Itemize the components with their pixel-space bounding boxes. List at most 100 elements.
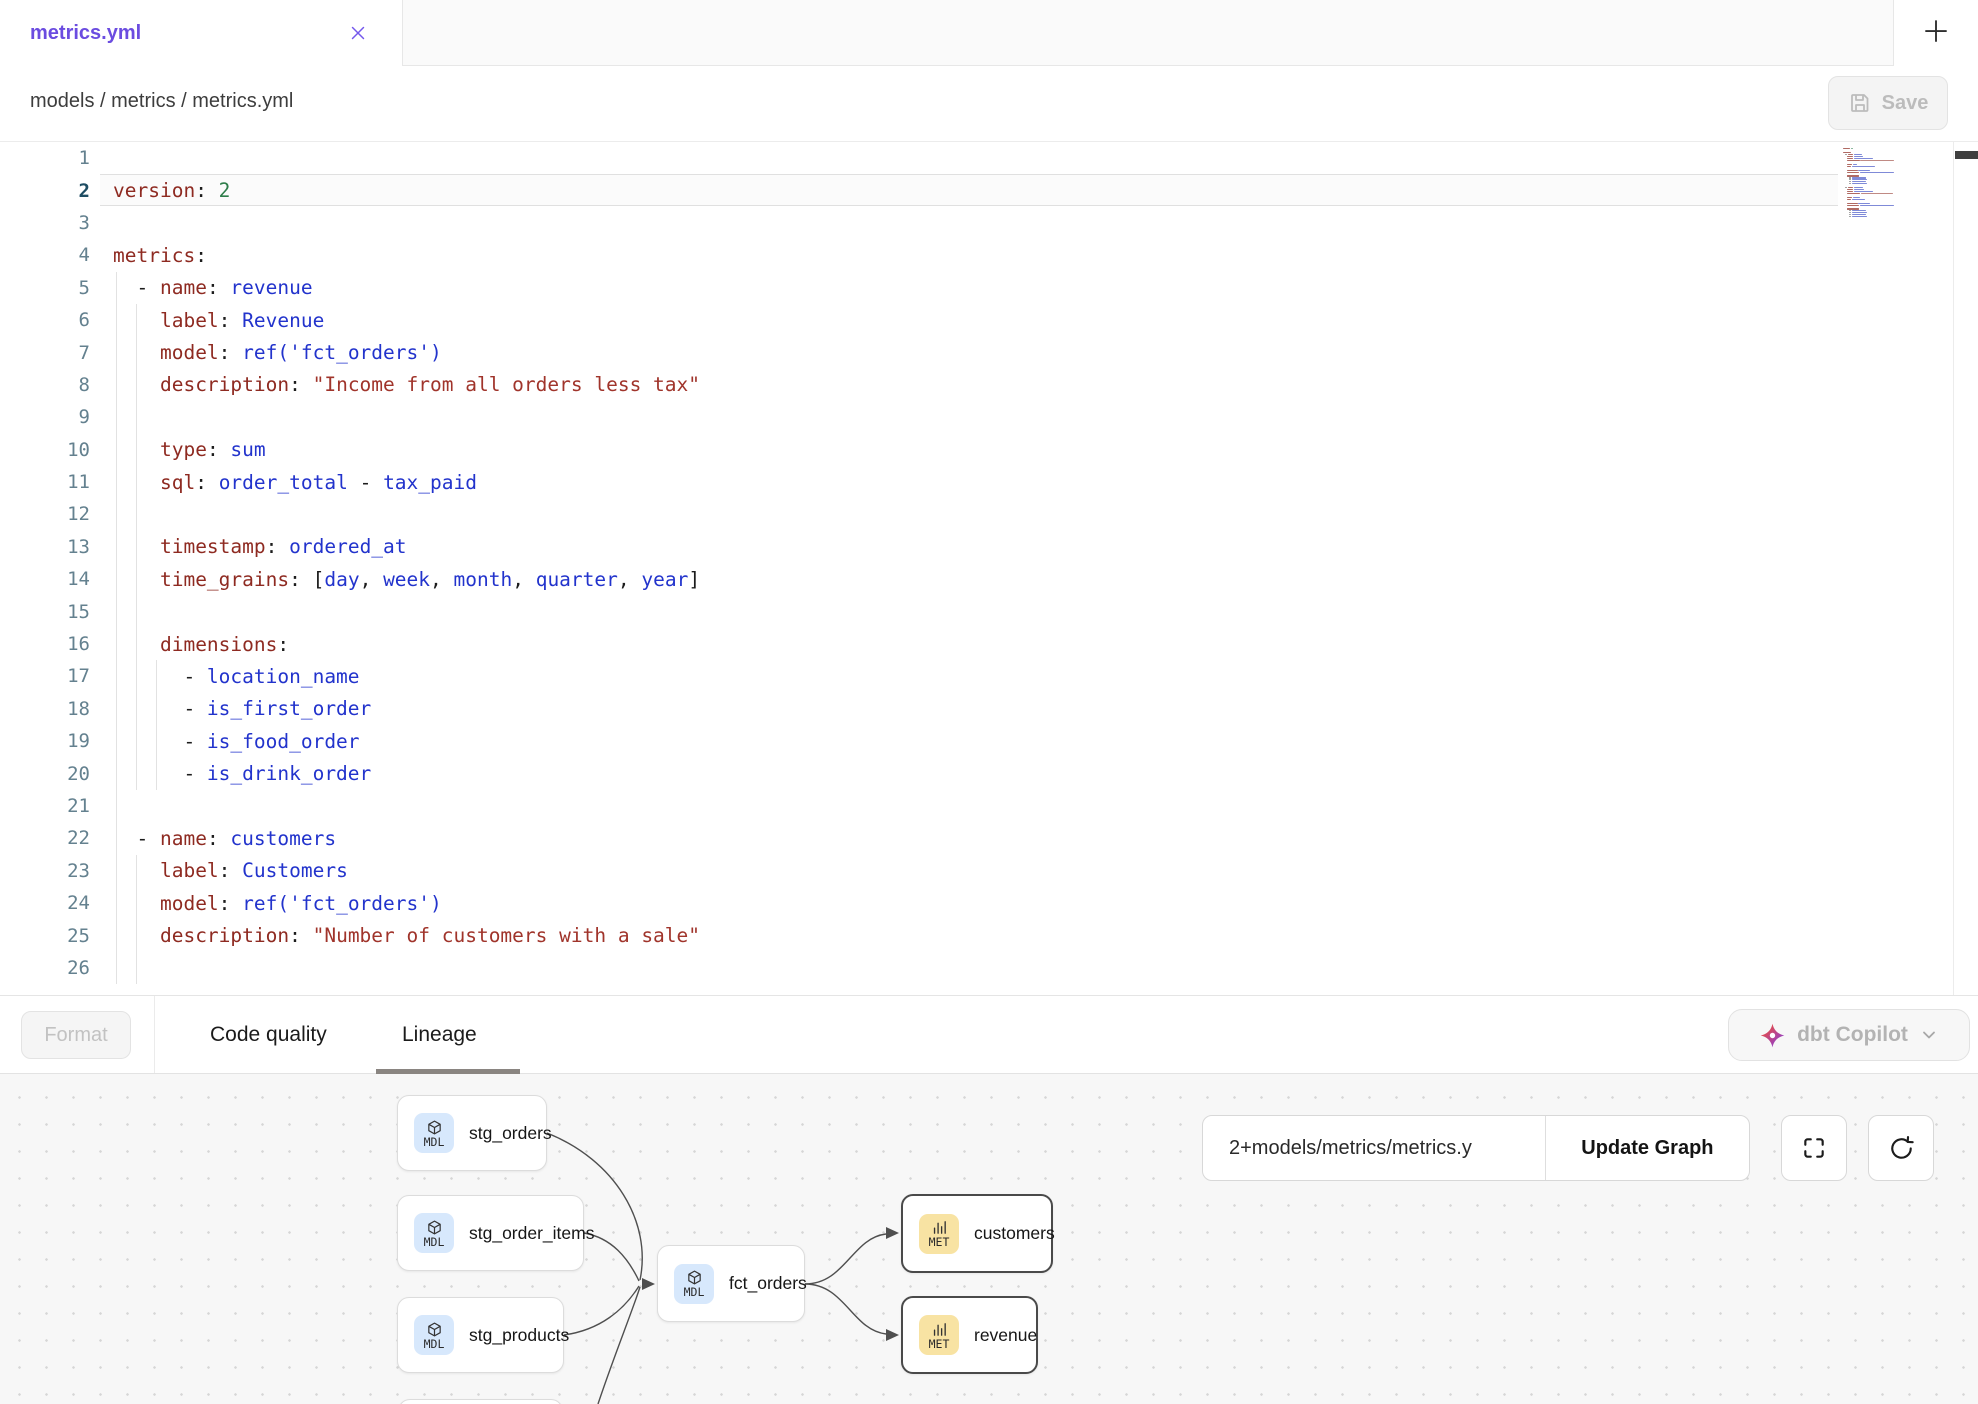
code-line[interactable]: 13 timestamp: ordered_at xyxy=(0,531,1978,563)
code-line[interactable]: 10 type: sum xyxy=(0,434,1978,466)
tab-strip-background xyxy=(402,0,1893,66)
code-line[interactable]: 3 xyxy=(0,207,1978,239)
close-tab-icon[interactable] xyxy=(344,19,372,47)
code-line[interactable]: 11 sql: order_total - tax_paid xyxy=(0,466,1978,498)
breadcrumb: models / metrics / metrics.yml xyxy=(30,90,293,113)
indent-guide xyxy=(136,498,137,530)
lineage-filter-box: Update Graph xyxy=(1202,1115,1750,1181)
node-label: fct_orders xyxy=(729,1273,807,1294)
code-line[interactable]: 19 - is_food_order xyxy=(0,725,1978,757)
lineage-node-stg_products[interactable]: MDLstg_products xyxy=(397,1297,564,1373)
indent-guide xyxy=(136,919,137,951)
line-number: 3 xyxy=(0,212,90,234)
code-text: timestamp: ordered_at xyxy=(113,535,407,558)
tab-code-quality[interactable]: Code quality xyxy=(210,996,327,1074)
indent-guide xyxy=(156,757,157,789)
code-line[interactable]: 14 time_grains: [day, week, month, quart… xyxy=(0,563,1978,595)
line-number: 24 xyxy=(0,892,90,914)
code-text: - name: customers xyxy=(113,827,336,850)
lineage-node-customers[interactable]: METcustomers xyxy=(901,1194,1053,1273)
update-graph-button[interactable]: Update Graph xyxy=(1545,1116,1749,1180)
code-line[interactable]: 23 label: Customers xyxy=(0,855,1978,887)
lineage-panel[interactable]: MDLstg_ordersMDLstg_order_itemsMDLstg_pr… xyxy=(0,1074,1978,1404)
lineage-node-stg_orders[interactable]: MDLstg_orders xyxy=(397,1095,547,1171)
tab-metrics-yml[interactable]: metrics.yml xyxy=(0,0,402,66)
indent-guide xyxy=(136,660,137,692)
tab-lineage[interactable]: Lineage xyxy=(402,996,477,1074)
save-button[interactable]: Save xyxy=(1828,76,1948,130)
lineage-node-fct_orders[interactable]: MDLfct_orders xyxy=(657,1245,805,1322)
code-editor[interactable]: 12version: 234metrics:5 - name: revenue6… xyxy=(0,142,1978,995)
node-label: stg_orders xyxy=(469,1123,552,1144)
node-label: stg_order_items xyxy=(469,1223,594,1244)
save-label: Save xyxy=(1882,92,1929,115)
code-line[interactable]: 21 xyxy=(0,790,1978,822)
indent-guide xyxy=(136,887,137,919)
code-line[interactable]: 15 xyxy=(0,595,1978,627)
code-text: - is_drink_order xyxy=(113,762,371,785)
indent-guide xyxy=(116,628,117,660)
indent-guide xyxy=(136,757,137,789)
line-number: 13 xyxy=(0,536,90,558)
editor-scrollbar-track xyxy=(1953,142,1954,995)
code-line[interactable]: 16 dimensions: xyxy=(0,628,1978,660)
indent-guide xyxy=(136,595,137,627)
editor-scrollbar-thumb[interactable] xyxy=(1955,151,1978,159)
code-line[interactable]: 25 description: "Number of customers wit… xyxy=(0,919,1978,951)
format-button[interactable]: Format xyxy=(21,1011,131,1059)
code-line[interactable]: 24 model: ref('fct_orders') xyxy=(0,887,1978,919)
line-number: 11 xyxy=(0,471,90,493)
code-line[interactable]: 12 xyxy=(0,498,1978,530)
code-line[interactable]: 20 - is_drink_order xyxy=(0,757,1978,789)
minimap[interactable] xyxy=(1843,146,1895,218)
indent-guide xyxy=(116,919,117,951)
indent-guide xyxy=(116,725,117,757)
fullscreen-button[interactable] xyxy=(1781,1115,1847,1181)
line-number: 4 xyxy=(0,244,90,266)
code-line[interactable]: 8 description: "Income from all orders l… xyxy=(0,369,1978,401)
line-number: 12 xyxy=(0,503,90,525)
dbt-copilot-button[interactable]: dbt Copilot xyxy=(1728,1009,1970,1061)
line-number: 7 xyxy=(0,342,90,364)
indent-guide xyxy=(136,563,137,595)
code-line[interactable]: 5 - name: revenue xyxy=(0,272,1978,304)
bottom-toolbar: Format Code quality Lineage dbt Copilot xyxy=(0,995,1978,1074)
line-number: 10 xyxy=(0,439,90,461)
node-label: revenue xyxy=(974,1325,1037,1346)
indent-guide xyxy=(136,628,137,660)
indent-guide xyxy=(136,304,137,336)
tab-strip: metrics.yml xyxy=(0,0,1978,66)
code-line[interactable]: 6 label: Revenue xyxy=(0,304,1978,336)
code-text: sql: order_total - tax_paid xyxy=(113,471,477,494)
refresh-button[interactable] xyxy=(1868,1115,1934,1181)
code-line[interactable]: 22 - name: customers xyxy=(0,822,1978,854)
lineage-node-revenue[interactable]: METrevenue xyxy=(901,1296,1038,1374)
code-line[interactable]: 17 - location_name xyxy=(0,660,1978,692)
code-line[interactable]: 18 - is_first_order xyxy=(0,693,1978,725)
indent-guide xyxy=(116,498,117,530)
code-text: label: Customers xyxy=(113,859,348,882)
code-text: version: 2 xyxy=(113,179,230,202)
code-text: model: ref('fct_orders') xyxy=(113,892,442,915)
lineage-filter-input[interactable] xyxy=(1203,1116,1545,1180)
indent-guide xyxy=(116,887,117,919)
code-line[interactable]: 9 xyxy=(0,401,1978,433)
code-line[interactable]: 1 xyxy=(0,142,1978,174)
indent-guide xyxy=(116,304,117,336)
line-number: 26 xyxy=(0,957,90,979)
lineage-node-partial[interactable] xyxy=(398,1399,563,1404)
new-tab-button[interactable] xyxy=(1893,0,1978,66)
indent-guide xyxy=(116,822,117,854)
line-number: 14 xyxy=(0,568,90,590)
model-badge: MDL xyxy=(414,1213,454,1253)
code-text: model: ref('fct_orders') xyxy=(113,341,442,364)
indent-guide xyxy=(116,531,117,563)
code-line[interactable]: 7 model: ref('fct_orders') xyxy=(0,336,1978,368)
code-line[interactable]: 4metrics: xyxy=(0,239,1978,271)
code-text: dimensions: xyxy=(113,633,289,656)
chevron-down-icon xyxy=(1919,1025,1939,1045)
code-line[interactable]: 2version: 2 xyxy=(0,174,1978,206)
node-label: stg_products xyxy=(469,1325,569,1346)
code-line[interactable]: 26 xyxy=(0,952,1978,984)
lineage-node-stg_order_items[interactable]: MDLstg_order_items xyxy=(397,1195,584,1271)
